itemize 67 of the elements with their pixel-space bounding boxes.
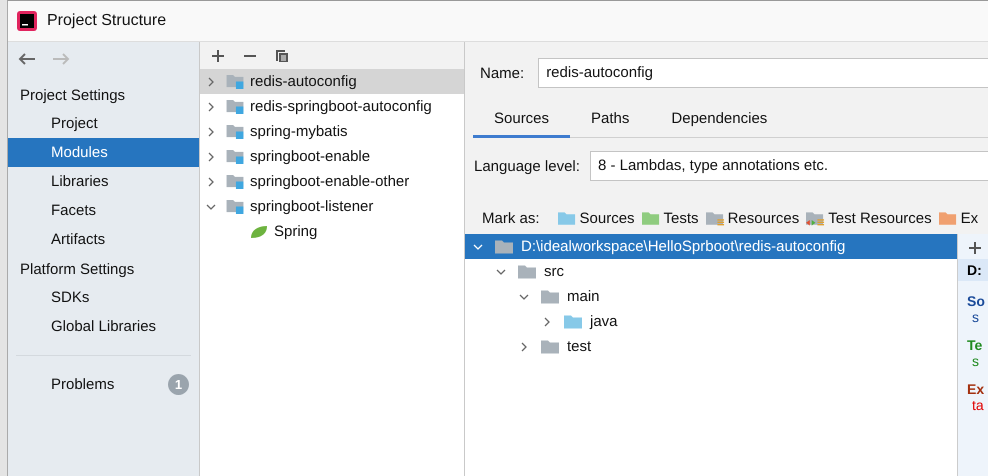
leaf-icon (250, 224, 268, 238)
folder-path: s (971, 309, 980, 325)
sidebar-item[interactable]: Project (8, 109, 199, 138)
name-field[interactable]: redis-autoconfig (538, 58, 988, 88)
name-label: Name: (480, 64, 524, 82)
module-folder-icon (226, 149, 244, 164)
mark-as-button[interactable]: Tests (642, 210, 699, 227)
panel-heading: D: (958, 259, 988, 281)
chevron-down-icon[interactable] (496, 266, 506, 276)
chevron-right-icon[interactable] (206, 126, 216, 136)
module-item[interactable]: Spring (200, 219, 464, 244)
section-heading: Project Settings (19, 86, 126, 106)
module-folder-icon (226, 99, 244, 114)
tree-item[interactable]: test (465, 334, 957, 359)
chevron-right-icon[interactable] (206, 76, 216, 86)
module-folder-icon (226, 199, 244, 214)
mark-as-button[interactable]: Sources (558, 210, 635, 227)
sidebar-item[interactable]: SDKs (8, 283, 199, 312)
chevron-right-icon[interactable] (206, 176, 216, 186)
panel-heading: Te (966, 337, 984, 353)
chevron-down-icon[interactable] (473, 242, 483, 252)
chevron-down-icon[interactable] (519, 292, 529, 302)
sidebar-item[interactable]: Artifacts (8, 225, 199, 254)
problem-count-badge: 1 (168, 374, 189, 394)
back-arrow-icon[interactable] (18, 52, 36, 66)
tree-item[interactable]: D:\idealworkspace\HelloSprboot\redis-autoconfig (465, 234, 957, 259)
chevron-right-icon[interactable] (542, 316, 552, 326)
add-icon[interactable] (211, 48, 225, 62)
module-item[interactable]: springboot-listener (200, 194, 464, 219)
module-folder-icon (226, 74, 244, 89)
problems-item[interactable]: Problems (51, 376, 114, 392)
module-folder-icon (226, 124, 244, 139)
mark-as-button[interactable]: Test Resources (806, 210, 932, 227)
sidebar-item[interactable]: Facets (8, 196, 199, 225)
tree-item[interactable]: src (465, 259, 957, 284)
module-item[interactable]: spring-mybatis (200, 119, 464, 144)
chevron-down-icon[interactable] (206, 202, 216, 212)
folder-path: s (971, 353, 980, 369)
panel-heading: So (966, 293, 986, 309)
mark-as-button[interactable]: Resources (706, 210, 800, 227)
tab[interactable]: Dependencies (650, 106, 788, 138)
section-heading: Platform Settings (19, 260, 136, 280)
module-item[interactable]: springboot-enable-other (200, 169, 464, 194)
add-icon[interactable] (968, 241, 982, 255)
panel-heading: Ex (966, 381, 986, 397)
tree-item[interactable]: java (465, 309, 957, 334)
module-item[interactable]: redis-autoconfig (200, 69, 464, 94)
chevron-right-icon[interactable] (206, 152, 216, 162)
mark-as-button[interactable]: Ex (938, 210, 978, 227)
module-item[interactable]: springboot-enable (200, 144, 464, 169)
language-level-dropdown[interactable]: 8 - Lambdas, type annotations etc. (590, 151, 988, 181)
tree-item[interactable]: main (465, 284, 957, 309)
sidebar-item[interactable]: Libraries (8, 167, 199, 196)
sidebar-item[interactable]: Global Libraries (8, 312, 199, 341)
sidebar-item[interactable]: Modules (8, 138, 199, 167)
mark-as-label: Mark as: (482, 210, 540, 227)
copy-icon[interactable] (275, 48, 289, 62)
tab[interactable]: Paths (570, 106, 650, 138)
tab[interactable]: Sources (473, 106, 570, 138)
folder-path: ta (971, 397, 985, 413)
module-item[interactable]: redis-springboot-autoconfig (200, 94, 464, 119)
window-title: Project Structure (47, 12, 166, 30)
app-logo-icon (17, 11, 37, 31)
language-level-label: Language level: (474, 158, 580, 174)
chevron-right-icon[interactable] (206, 102, 216, 112)
chevron-right-icon[interactable] (519, 342, 529, 352)
module-folder-icon (226, 174, 244, 189)
